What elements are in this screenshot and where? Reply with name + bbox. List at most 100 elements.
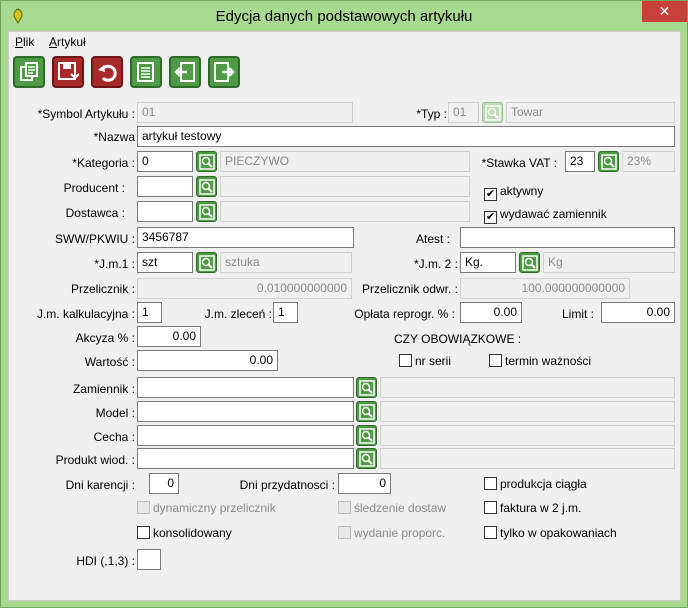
- tylko-w-opakowaniach-checkbox[interactable]: tylko w opakowaniach: [484, 526, 617, 540]
- list-button[interactable]: [130, 56, 162, 88]
- oplata-field[interactable]: 0.00: [460, 302, 522, 323]
- aktywny-checkbox[interactable]: ✔ aktywny: [484, 184, 543, 201]
- produkt-wiod-field[interactable]: [137, 448, 354, 469]
- akcyza-field[interactable]: 0.00: [137, 326, 201, 347]
- jm1-lookup-button[interactable]: [196, 252, 217, 273]
- sledzenie-dostaw-box[interactable]: [338, 501, 351, 514]
- cecha-label: Cecha :: [93, 430, 135, 444]
- przelicznik-field[interactable]: 0.010000000000: [137, 278, 352, 299]
- cecha-field[interactable]: [137, 425, 354, 446]
- stawka-vat-name-field: 23%: [622, 151, 675, 172]
- nr-serii-box[interactable]: [399, 354, 412, 367]
- produkcja-ciagla-checkbox[interactable]: produkcja ciągła: [484, 477, 587, 491]
- faktura-2jm-box[interactable]: [484, 501, 497, 514]
- hdi-field[interactable]: [137, 549, 161, 570]
- tylko-w-opakowaniach-box[interactable]: [484, 526, 497, 539]
- producent-name-field: [220, 176, 470, 197]
- atest-label: Atest :: [415, 232, 450, 246]
- atest-field[interactable]: [460, 227, 675, 248]
- jm-zlecen-field[interactable]: 1: [273, 302, 298, 323]
- tylko-w-opakowaniach-label: tylko w opakowaniach: [500, 526, 617, 540]
- kategoria-label: *Kategoria :: [72, 156, 135, 170]
- magnifier-icon: [359, 428, 375, 444]
- wydanie-proporc-checkbox[interactable]: wydanie proporc.: [338, 526, 445, 540]
- typ-name-field: Towar: [506, 102, 675, 123]
- menu-artykul[interactable]: Artykuł: [49, 35, 86, 49]
- symbol-field[interactable]: 01: [137, 102, 353, 123]
- sww-field[interactable]: 3456787: [137, 227, 354, 248]
- dynamiczny-przelicznik-box[interactable]: [137, 501, 150, 514]
- jm-kalkulacyjna-label: J.m. kalkulacyjna :: [36, 307, 135, 321]
- wartosc-field[interactable]: 0.00: [137, 350, 278, 371]
- oplata-label: Opłata reprogr. % :: [354, 307, 455, 321]
- nazwa-field[interactable]: artykuł testowy: [137, 126, 675, 147]
- jm1-code-field[interactable]: szt: [137, 252, 193, 273]
- producent-label: Producent :: [63, 181, 125, 195]
- magnifier-icon: [359, 404, 375, 420]
- close-button[interactable]: ✕: [642, 1, 687, 22]
- wydanie-proporc-box[interactable]: [338, 526, 351, 539]
- wydawac-zamiennik-box[interactable]: ✔: [484, 211, 497, 224]
- termin-waznosci-label: termin ważności: [505, 354, 592, 368]
- jm-zlecen-label: J.m. zleceń :: [204, 307, 272, 321]
- stawka-vat-lookup-button[interactable]: [598, 151, 619, 172]
- sledzenie-dostaw-checkbox[interactable]: śledzenie dostaw: [338, 501, 446, 515]
- dynamiczny-przelicznik-checkbox[interactable]: dynamiczny przelicznik: [137, 501, 276, 515]
- dostawca-code-field[interactable]: [137, 201, 193, 222]
- previous-button[interactable]: [169, 56, 201, 88]
- termin-waznosci-box[interactable]: [489, 354, 502, 367]
- kategoria-lookup-button[interactable]: [196, 151, 217, 172]
- jm2-code-field[interactable]: Kg.: [460, 252, 516, 273]
- typ-code-field[interactable]: 01: [448, 102, 479, 123]
- dostawca-lookup-button[interactable]: [196, 201, 217, 222]
- producent-code-field[interactable]: [137, 176, 193, 197]
- jm1-label: *J.m.1 :: [94, 257, 135, 271]
- magnifier-icon: [359, 451, 375, 467]
- limit-field[interactable]: 0.00: [601, 302, 675, 323]
- typ-lookup-button[interactable]: [482, 102, 503, 123]
- copy-button[interactable]: [13, 56, 45, 88]
- nr-serii-checkbox[interactable]: nr serii: [399, 354, 451, 368]
- save-button[interactable]: [52, 56, 84, 88]
- cecha-lookup-button[interactable]: [356, 425, 377, 446]
- termin-waznosci-checkbox[interactable]: termin ważności: [489, 354, 591, 368]
- zamiennik-field[interactable]: [137, 377, 354, 398]
- menu-artykul-accel: A: [49, 35, 58, 49]
- wydanie-proporc-label: wydanie proporc.: [354, 526, 446, 540]
- nazwa-label: *Nazwa: [93, 130, 135, 144]
- faktura-2jm-checkbox[interactable]: faktura w 2 j.m.: [484, 501, 581, 515]
- stawka-vat-code-field[interactable]: 23: [565, 151, 595, 172]
- client-area: Plik Artykuł *Symbol Artykułu : 01 *Typ …: [8, 31, 681, 601]
- jm-kalkulacyjna-field[interactable]: 1: [137, 302, 162, 323]
- magnifier-icon: [601, 154, 617, 170]
- model-lookup-button[interactable]: [356, 401, 377, 422]
- menu-plik[interactable]: Plik: [15, 35, 34, 49]
- dni-przydatnosci-field[interactable]: 0: [338, 473, 391, 494]
- produkcja-ciagla-label: produkcja ciągła: [500, 477, 587, 491]
- next-button[interactable]: [208, 56, 240, 88]
- dni-karencji-field[interactable]: 0: [149, 473, 179, 494]
- produkt-wiod-lookup-button[interactable]: [356, 448, 377, 469]
- title-bar[interactable]: Edycja danych podstawowych artykułu ✕: [1, 1, 687, 31]
- jm1-name-field: sztuka: [220, 252, 352, 273]
- konsolidowany-box[interactable]: [137, 526, 150, 539]
- produkcja-ciagla-box[interactable]: [484, 477, 497, 490]
- przelicznik-label: Przelicznik :: [70, 282, 135, 296]
- dialog-window: Edycja danych podstawowych artykułu ✕ Pl…: [0, 0, 688, 608]
- producent-lookup-button[interactable]: [196, 176, 217, 197]
- zamiennik-lookup-button[interactable]: [356, 377, 377, 398]
- wartosc-label: Wartość :: [84, 355, 135, 369]
- przelicznik-odwr-field[interactable]: 100.000000000000: [460, 278, 630, 299]
- kategoria-code-field[interactable]: 0: [137, 151, 193, 172]
- copy-icon: [20, 62, 38, 81]
- next-icon: [214, 62, 235, 82]
- jm2-lookup-button[interactable]: [519, 252, 540, 273]
- hdi-label: HDI (,1,3) :: [76, 554, 135, 568]
- zamiennik-name-field: [380, 377, 675, 398]
- aktywny-box[interactable]: ✔: [484, 188, 497, 201]
- wydawac-zamiennik-checkbox[interactable]: ✔ wydawać zamiennik: [484, 207, 607, 224]
- magnifier-icon: [485, 105, 501, 121]
- model-field[interactable]: [137, 401, 354, 422]
- konsolidowany-checkbox[interactable]: konsolidowany: [137, 526, 232, 540]
- undo-button[interactable]: [91, 56, 123, 88]
